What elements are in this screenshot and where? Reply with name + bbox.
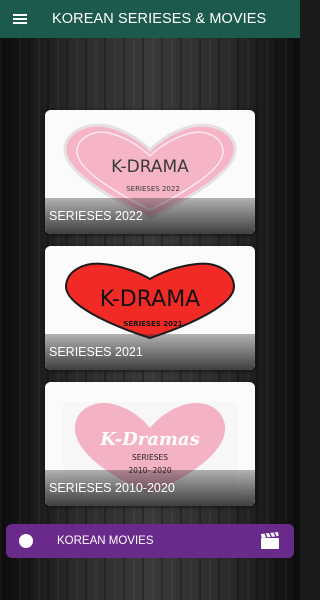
card-art-title: K-Dramas xyxy=(99,429,199,450)
card-label: SERIESES 2022 xyxy=(49,209,143,223)
korean-movies-label: KOREAN MOVIES xyxy=(57,535,154,547)
card-label: SERIESES 2010-2020 xyxy=(49,481,175,495)
card-art-title: K-DRAMA xyxy=(100,287,200,312)
hamburger-menu-icon[interactable] xyxy=(13,13,29,25)
card-art-subtitle: SERIESES 2021 xyxy=(123,320,183,328)
app-title: KOREAN SERIESES & MOVIES xyxy=(52,11,267,27)
category-card-serieses-2010-2020[interactable]: K-Dramas SERIESES 2010- 2020 SERIESES 20… xyxy=(45,382,255,506)
category-card-serieses-2022[interactable]: K-DRAMA SERIESES 2022 SERIESES 2022 xyxy=(45,110,255,234)
card-art-subtitle: SERIESES 2022 xyxy=(126,185,180,193)
circle-icon xyxy=(19,534,33,548)
korean-movies-button[interactable]: KOREAN MOVIES xyxy=(6,524,294,558)
card-art-subtitle: SERIESES xyxy=(132,453,168,462)
category-card-serieses-2021[interactable]: K-DRAMA SERIESES 2021 SERIESES 2021 xyxy=(45,246,255,370)
card-label: SERIESES 2021 xyxy=(49,345,143,359)
card-art-title: K-DRAMA xyxy=(111,157,189,177)
app-bar: KOREAN SERIESES & MOVIES xyxy=(0,0,300,38)
clapperboard-icon xyxy=(261,532,279,549)
